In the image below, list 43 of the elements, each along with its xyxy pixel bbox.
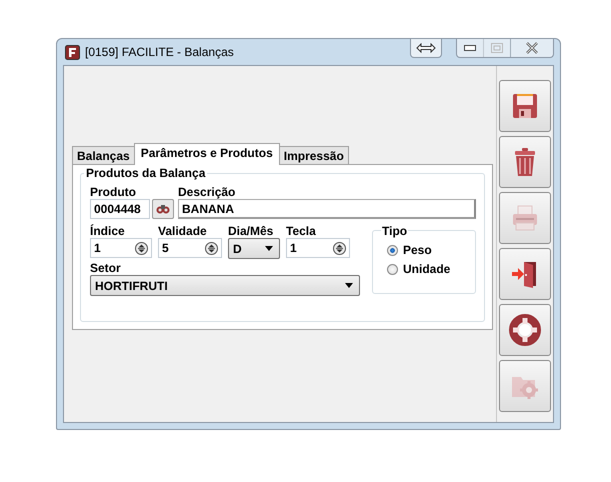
group-title: Produtos da Balança — [84, 166, 208, 180]
product-code-field[interactable]: 0004448 — [90, 199, 150, 219]
save-button[interactable] — [499, 80, 551, 132]
field-label: Índice — [90, 224, 126, 238]
tab[interactable]: Impressão — [278, 146, 349, 164]
radio-option[interactable]: Unidade — [387, 262, 450, 276]
spin-arrows-icon[interactable] — [205, 242, 218, 254]
spin-field[interactable]: 1 — [286, 238, 350, 258]
tab[interactable]: Balanças — [72, 146, 135, 164]
field-label: Descrição — [178, 185, 236, 199]
radio-button[interactable] — [387, 264, 398, 274]
window-title: [0159] FACILITE - Balanças — [85, 45, 234, 59]
exit-button[interactable] — [499, 248, 551, 300]
lifebuoy-icon — [509, 314, 541, 346]
caret-icon — [345, 283, 353, 288]
spin-arrows-icon[interactable] — [135, 242, 148, 254]
group-title: Tipo — [381, 224, 408, 238]
double-arrow-icon — [416, 43, 436, 53]
resize-button[interactable] — [410, 39, 442, 58]
spin-field[interactable]: 1 — [90, 238, 152, 258]
caret-icon — [265, 246, 273, 251]
radio-button[interactable] — [387, 244, 398, 256]
field-label: Tecla — [286, 224, 317, 238]
field-label: Validade — [158, 224, 208, 238]
app-logo-icon — [65, 44, 80, 60]
spin-arrows-icon[interactable] — [333, 242, 346, 254]
field-label: Setor — [90, 261, 122, 275]
printer-icon — [510, 204, 540, 232]
close-icon — [525, 42, 539, 54]
field-label: Produto — [90, 185, 137, 199]
spin-field[interactable]: 5 — [158, 238, 222, 258]
search-button[interactable] — [152, 199, 174, 219]
help-button[interactable] — [499, 304, 551, 356]
dropdown[interactable]: D — [228, 238, 280, 259]
radio-option[interactable]: Peso — [387, 243, 432, 257]
delete-button[interactable] — [499, 136, 551, 188]
field-label: Dia/Mês — [228, 224, 274, 238]
maximize-icon — [491, 43, 503, 53]
tab[interactable]: Parâmetros e Produtos — [134, 143, 280, 165]
dropdown[interactable]: HORTIFRUTI — [90, 275, 360, 296]
description-field: BANANA — [178, 199, 476, 219]
binoculars-icon — [156, 203, 170, 215]
minimize-icon — [464, 45, 476, 51]
